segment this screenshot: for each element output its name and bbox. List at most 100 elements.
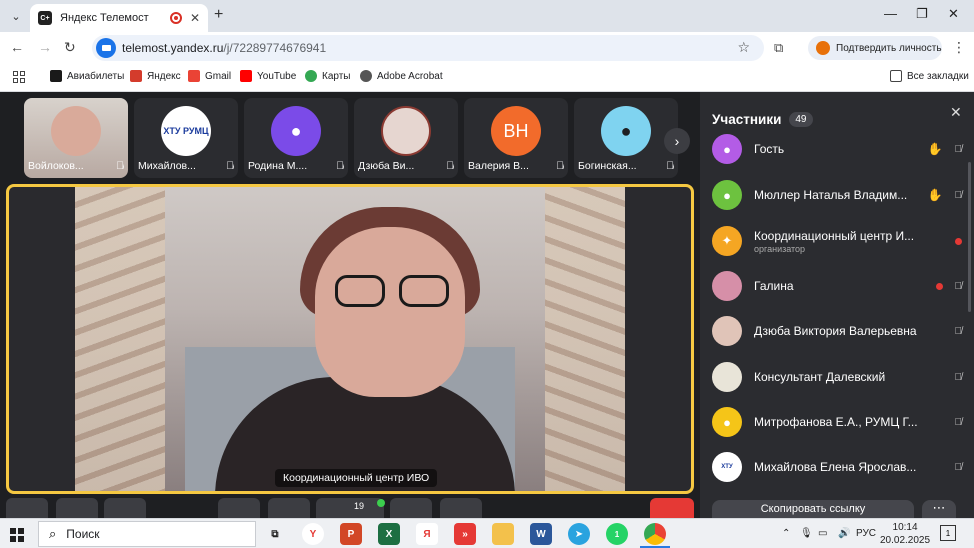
participant-row[interactable]: ✦ Координационный центр И... организатор: [712, 221, 962, 261]
bookmark-star-icon[interactable]: ☆: [737, 39, 750, 56]
participant-row[interactable]: ● Мюллер Наталья Владим... ✋ 🎙̸: [712, 175, 962, 215]
tab-search-icon[interactable]: ⌄: [6, 6, 26, 26]
tile-name: Михайлов...: [138, 160, 196, 172]
bookmark-youtube[interactable]: YouTube: [240, 70, 296, 82]
mic-off-icon[interactable]: 🎙̸: [955, 372, 963, 383]
participants-panel: Участники 49 ✕ ● Гость ✋ 🎙̸ ● Мюллер Ната…: [700, 92, 974, 518]
whatsapp-icon[interactable]: 1: [606, 523, 628, 545]
task-view-icon[interactable]: ⧉: [264, 523, 286, 545]
xtu-rumc-logo-icon: ХТУ РУМЦ: [161, 106, 211, 156]
new-tab-button[interactable]: +: [214, 6, 223, 24]
active-speaker-video[interactable]: Координационный центр ИВО: [6, 184, 694, 494]
mic-off-icon: 🎙̸: [116, 160, 124, 172]
taskbar-search-input[interactable]: ⌕ Поиск: [38, 521, 256, 547]
participant-tile[interactable]: ХТУ РУМЦ Михайлов... 🎙̸: [134, 98, 238, 178]
reload-icon[interactable]: ↻: [64, 39, 76, 56]
taskbar-clock[interactable]: 10:14 20.02.2025: [880, 521, 930, 547]
chat-button[interactable]: [268, 498, 310, 518]
mic-off-icon[interactable]: 🎙̸: [955, 144, 963, 155]
word-icon[interactable]: W: [530, 523, 552, 545]
microphone-icon[interactable]: 🎙: [800, 528, 813, 539]
powerpoint-icon[interactable]: P: [340, 523, 362, 545]
site-camera-icon[interactable]: [96, 38, 116, 58]
telegram-icon[interactable]: ➤: [568, 523, 590, 545]
copy-link-button[interactable]: Скопировать ссылку: [712, 500, 914, 518]
bookmark-aviabilety[interactable]: Авиабилеты: [50, 70, 124, 82]
all-bookmarks[interactable]: Все закладки: [890, 70, 969, 82]
volume-icon[interactable]: 🔊: [838, 528, 850, 539]
excel-icon[interactable]: X: [378, 523, 400, 545]
close-window-icon[interactable]: ✕: [948, 6, 959, 22]
participant-row[interactable]: Консультант Далевский 🎙̸: [712, 357, 962, 397]
bookmark-gmail[interactable]: Gmail: [188, 70, 231, 82]
participant-row[interactable]: Дзюба Виктория Валерьевна 🎙̸: [712, 311, 962, 351]
browser-tab[interactable]: C+ Яндекс Телемост ✕: [30, 4, 208, 32]
mic-off-icon: 🎙̸: [446, 160, 454, 172]
recording-dot-icon: [935, 282, 943, 290]
back-icon[interactable]: ←: [10, 39, 24, 55]
browser-menu-icon[interactable]: ⋮: [952, 39, 966, 56]
participant-row[interactable]: ● Гость ✋ 🎙̸: [712, 129, 962, 169]
tab-title: Яндекс Телемост: [60, 12, 149, 24]
extensions-icon[interactable]: ⧉: [774, 40, 783, 56]
url-text[interactable]: telemost.yandex.ru/j/72289774676941: [122, 41, 326, 55]
raise-hand-button[interactable]: [218, 498, 260, 518]
participant-row[interactable]: ● Митрофанова Е.А., РУМЦ Г... 🎙̸: [712, 402, 962, 442]
participant-tile[interactable]: ● Богинская... 🎙̸: [574, 98, 678, 178]
leave-call-button[interactable]: [650, 498, 694, 518]
restore-icon[interactable]: ❐: [916, 6, 928, 22]
person-icon: ●: [712, 407, 742, 437]
tray-chevron-icon[interactable]: ⌃: [782, 528, 790, 539]
screen-share-button[interactable]: [390, 498, 432, 518]
more-actions-button[interactable]: [6, 498, 48, 518]
participant-tile[interactable]: ● Родина М.... 🎙̸: [244, 98, 348, 178]
mic-off-icon[interactable]: 🎙̸: [955, 326, 963, 337]
person-icon: ●: [271, 106, 321, 156]
bookmark-maps[interactable]: Карты: [305, 70, 351, 82]
input-language[interactable]: РУС: [856, 528, 876, 539]
participant-row[interactable]: Галина 🎙̸: [712, 266, 962, 306]
browser-toolbar: ← → ↻ telemost.yandex.ru/j/7228977467694…: [0, 32, 974, 64]
speaking-indicator-icon: [377, 499, 385, 507]
mic-off-icon[interactable]: 🎙̸: [955, 281, 963, 292]
map-pin-icon: [305, 70, 317, 82]
file-explorer-icon[interactable]: [492, 523, 514, 545]
app-icon[interactable]: »: [454, 523, 476, 545]
yandex-browser-icon[interactable]: Y: [302, 523, 324, 545]
participants-button[interactable]: 19: [316, 498, 384, 518]
participant-tile[interactable]: Дзюба Ви... 🎙̸: [354, 98, 458, 178]
participant-photo: [712, 362, 742, 392]
battery-icon[interactable]: ▭: [818, 528, 827, 539]
tab-close-icon[interactable]: ✕: [190, 11, 200, 25]
mic-off-icon[interactable]: 🎙̸: [955, 417, 963, 428]
browser-titlebar: ⌄ C+ Яндекс Телемост ✕ + — ❐ ✕: [0, 0, 974, 32]
forward-icon[interactable]: →: [38, 39, 52, 55]
call-controls: 19: [0, 498, 700, 518]
participant-tile[interactable]: Войлоков... 🎙̸: [24, 98, 128, 178]
participant-tile[interactable]: ВН Валерия В... 🎙̸: [464, 98, 568, 178]
yandex-icon: [130, 70, 142, 82]
address-bar[interactable]: telemost.yandex.ru/j/72289774676941 ☆: [92, 35, 764, 61]
windows-start-icon[interactable]: [10, 528, 24, 542]
minimize-icon[interactable]: —: [884, 6, 897, 21]
close-panel-icon[interactable]: ✕: [950, 104, 962, 121]
bookmark-adobe[interactable]: Adobe Acrobat: [360, 70, 443, 82]
mic-off-icon[interactable]: 🎙̸: [955, 190, 963, 201]
settings-button[interactable]: [440, 498, 482, 518]
mic-toggle-button[interactable]: [56, 498, 98, 518]
camera-toggle-button[interactable]: [104, 498, 146, 518]
participant-photo: [712, 271, 742, 301]
panel-more-button[interactable]: ⋯: [922, 500, 956, 518]
mic-off-icon[interactable]: 🎙̸: [955, 462, 963, 473]
bookmark-yandex[interactable]: Яндекс: [130, 70, 181, 82]
yandex-icon[interactable]: Я: [416, 523, 438, 545]
participant-row[interactable]: ХТУ Михайлова Елена Ярослав... 🎙̸: [712, 447, 962, 487]
profile-button[interactable]: Подтвердить личность: [808, 36, 942, 60]
panel-scrollbar[interactable]: [968, 162, 971, 312]
notifications-icon[interactable]: 1: [940, 525, 956, 541]
tile-name: Валерия В...: [468, 160, 529, 172]
chrome-icon[interactable]: [644, 523, 666, 545]
recording-icon: [169, 12, 182, 24]
apps-grid-icon[interactable]: [13, 71, 25, 83]
next-participants-button[interactable]: ›: [664, 128, 690, 154]
